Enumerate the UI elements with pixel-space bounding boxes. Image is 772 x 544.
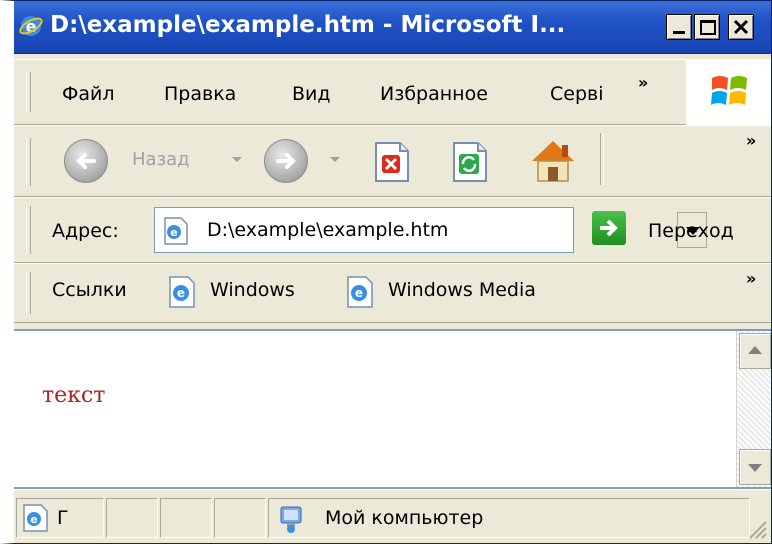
menu-tools[interactable]: Серві [550, 83, 604, 105]
status-bar: e Г Мой компьютер [14, 489, 771, 543]
go-button[interactable] [592, 211, 626, 245]
back-button[interactable] [64, 139, 108, 183]
document-text: текст [42, 383, 106, 408]
go-label[interactable]: Переход [648, 220, 734, 242]
minimize-button[interactable] [666, 14, 692, 40]
forward-dropdown-arrow[interactable] [330, 157, 340, 162]
address-input[interactable]: e D:\example\example.htm [154, 207, 707, 253]
resize-grip-icon[interactable] [746, 518, 768, 540]
menu-edit[interactable]: Правка [164, 83, 236, 105]
ie-link-icon: e [169, 276, 195, 308]
status-cell [160, 498, 212, 538]
status-zone-cell: Мой компьютер [268, 498, 750, 538]
menu-file[interactable]: Файл [62, 83, 115, 105]
linksbar-grip[interactable] [26, 272, 31, 314]
back-dropdown-arrow[interactable] [232, 157, 242, 162]
status-cell [106, 498, 158, 538]
links-label: Ссылки [52, 279, 127, 301]
forward-icon [276, 153, 296, 169]
addressbar-grip[interactable] [26, 206, 31, 254]
scroll-down-button[interactable] [739, 449, 771, 485]
back-icon [76, 153, 96, 169]
menu-favorites[interactable]: Избранное [380, 83, 488, 105]
home-icon[interactable] [526, 133, 580, 187]
back-label[interactable]: Назад [132, 149, 190, 170]
stop-icon[interactable] [372, 139, 412, 185]
ie-status-icon: e [23, 504, 48, 532]
toolbar-grip[interactable] [26, 138, 31, 186]
link-windows-media[interactable]: Windows Media [388, 279, 536, 301]
address-value[interactable]: D:\example\example.htm [207, 219, 448, 241]
svg-text:e: e [30, 513, 37, 526]
address-label: Адрес: [52, 220, 119, 242]
toolbar-chevron[interactable]: » [746, 131, 756, 150]
vertical-scrollbar[interactable] [736, 331, 771, 487]
svg-text:e: e [355, 286, 363, 300]
menubar-chevron[interactable]: » [638, 73, 648, 92]
svg-text:e: e [170, 226, 177, 239]
linksbar-chevron[interactable]: » [746, 269, 756, 288]
title-bar[interactable]: e D:\example\example.htm - Microsoft I..… [14, 1, 771, 54]
maximize-button[interactable] [694, 14, 720, 40]
ie-icon: e [19, 16, 43, 36]
forward-button[interactable] [264, 139, 308, 183]
status-zone: Мой компьютер [325, 507, 484, 529]
menu-view[interactable]: Вид [292, 83, 331, 105]
refresh-icon[interactable] [450, 139, 490, 185]
windows-flag-icon [711, 76, 747, 105]
go-arrow-icon [600, 219, 618, 237]
close-button[interactable] [728, 14, 754, 40]
status-message: Г [57, 507, 69, 529]
window-title: D:\example\example.htm - Microsoft I... [50, 12, 566, 38]
browser-window: e D:\example\example.htm - Microsoft I..… [0, 0, 772, 544]
close-icon [733, 19, 749, 35]
link-windows[interactable]: Windows [210, 279, 295, 301]
scroll-up-button[interactable] [739, 333, 771, 369]
svg-text:e: e [177, 286, 185, 300]
page-content[interactable]: текст [14, 329, 771, 489]
my-computer-icon [280, 506, 302, 533]
ie-link-icon: e [347, 276, 373, 308]
status-cell-main: e Г [16, 498, 104, 538]
menubar-grip[interactable] [26, 72, 31, 112]
status-cell [214, 498, 266, 538]
page-icon: e [164, 217, 188, 245]
toolbar-separator [600, 133, 604, 185]
windows-logo [686, 60, 771, 126]
